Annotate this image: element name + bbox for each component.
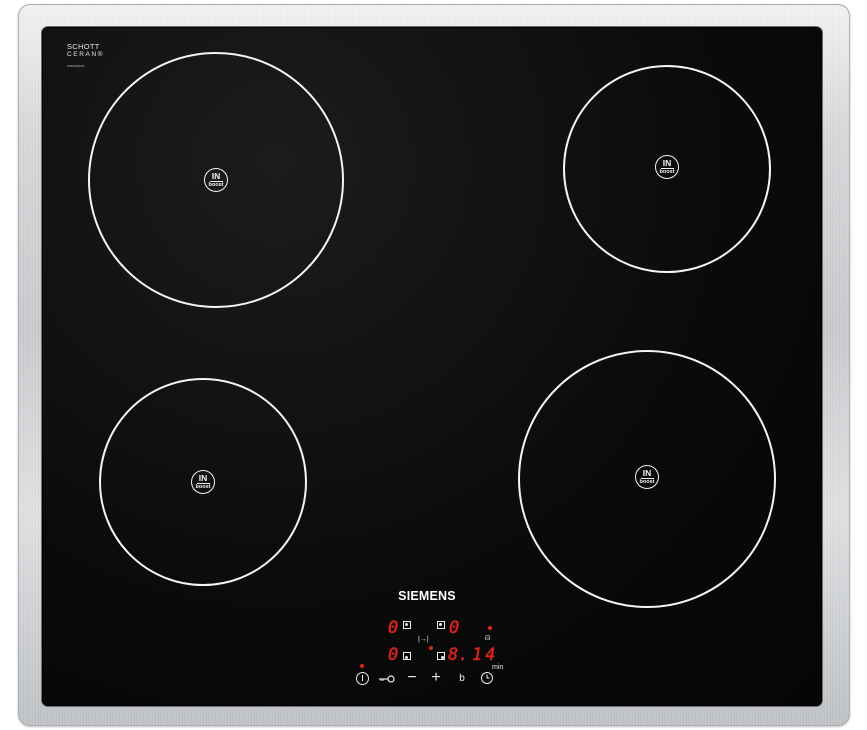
zone-active-led [429, 646, 433, 650]
boost-marker-boost: boost [195, 484, 211, 490]
display-rear-left: 0 [388, 618, 399, 638]
zone-select-front-left-icon[interactable] [403, 652, 411, 660]
boost-marker-boost: boost [659, 169, 675, 175]
boost-marker-in: IN [640, 469, 654, 479]
display-timer: 14 [472, 645, 499, 665]
boost-marker-front-right: IN boost [635, 465, 659, 489]
min-label: min [492, 664, 504, 671]
timer-button[interactable] [479, 671, 495, 687]
power-indicator-led [360, 664, 364, 668]
display-front-left: 0 [388, 645, 399, 665]
minus-button[interactable]: − [404, 669, 420, 687]
boost-marker-boost: boost [639, 479, 655, 485]
plus-button[interactable]: + [428, 669, 444, 687]
zone-select-front-right-icon[interactable] [437, 652, 445, 660]
boost-button[interactable]: b [456, 673, 468, 684]
power-icon [355, 672, 369, 685]
brand-logo: SIEMENS [398, 589, 456, 603]
display-power-level: 8. [448, 645, 469, 665]
logo-line-1: SCHOTT [67, 42, 100, 51]
key-icon [379, 675, 395, 683]
transfer-icon: |→| [418, 636, 429, 643]
logo-line-2: CERAN® [67, 51, 105, 58]
alarm-indicator-led [488, 626, 492, 630]
display-rear-right: 0 [449, 618, 460, 638]
logo-line-3: xxxxxxxxxx [67, 64, 85, 68]
boost-marker-in: IN [196, 474, 210, 484]
alarm-icon[interactable]: ⍝ [485, 632, 490, 643]
zone-select-rear-left-icon[interactable] [403, 621, 411, 629]
clock-icon [481, 672, 493, 684]
child-lock-button[interactable] [377, 672, 397, 686]
boost-marker-in: IN [209, 172, 223, 182]
boost-marker-rear-right: IN boost [655, 155, 679, 179]
boost-marker-front-left: IN boost [191, 470, 215, 494]
boost-marker-rear-left: IN boost [204, 168, 228, 192]
boost-marker-in: IN [660, 159, 674, 169]
zone-select-rear-right-icon[interactable] [437, 621, 445, 629]
schott-ceran-logo: SCHOTT CERAN® xxxxxxxxxx [67, 43, 104, 70]
boost-marker-boost: boost [208, 182, 224, 188]
power-button[interactable] [352, 671, 372, 687]
